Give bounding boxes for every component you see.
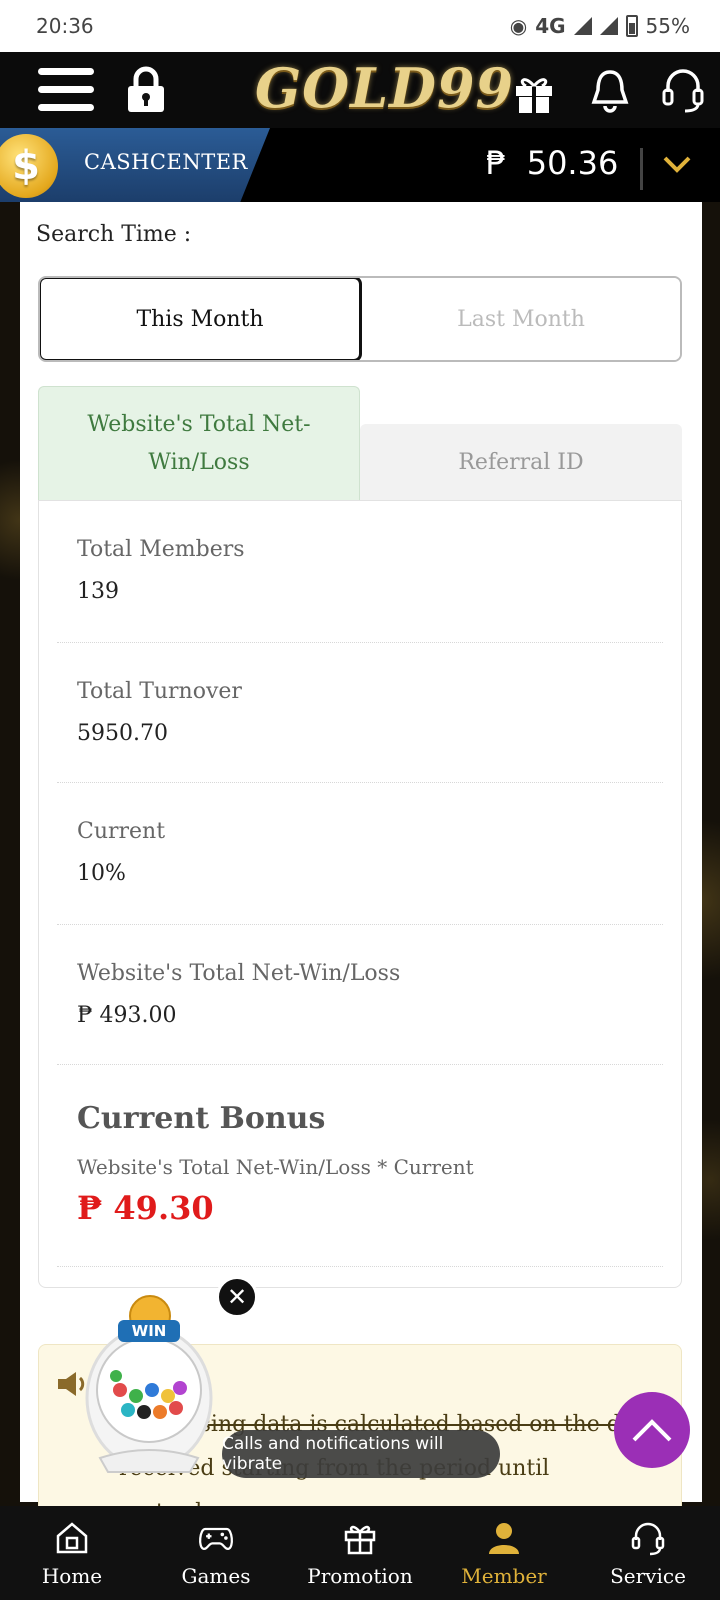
status-indicators: ◉ 4G 55% [510, 14, 690, 38]
stat-row: Total Members 139 [57, 501, 663, 643]
nav-item-games[interactable]: Games [144, 1506, 288, 1600]
chevron-up-icon [632, 1419, 672, 1442]
status-time: 20:36 [36, 14, 94, 38]
stat-row: Total Turnover 5950.70 [57, 643, 663, 783]
stats-panel: Total Members 139 Total Turnover 5950.70… [38, 500, 682, 1288]
bonus-amount: ₱ 49.30 [77, 1189, 214, 1227]
signal-icon [573, 17, 592, 35]
nav-item-promotion[interactable]: Promotion [288, 1506, 432, 1600]
this-month-button[interactable]: This Month [40, 278, 362, 360]
bonus-formula: Website's Total Net-Win/Loss * Current [77, 1155, 474, 1179]
balance-amount: 50.36 [526, 144, 619, 182]
balance-divider [640, 148, 643, 190]
battery-percent: 55% [645, 14, 690, 38]
stat-value: ₱ 493.00 [77, 1003, 177, 1028]
search-time-label: Search Time : [36, 222, 192, 247]
win-label: WIN [132, 1322, 167, 1340]
tab-net-winloss[interactable]: Website's Total Net-Win/Loss [38, 386, 360, 500]
cash-center-bar: $ CASHCENTER ₱ 50.36 [0, 128, 720, 202]
system-toast: Calls and notifications will vibrate [222, 1430, 500, 1478]
chevron-down-icon[interactable] [662, 152, 692, 176]
gold99-logo: GOLD99 [255, 56, 515, 120]
gift-icon[interactable] [512, 70, 556, 114]
period-selector: This Month Last Month [38, 276, 682, 362]
tab-referral-id[interactable]: Referral ID [360, 424, 682, 500]
report-tabs: Website's Total Net-Win/Loss Referral ID [38, 386, 682, 500]
stat-value: 5950.70 [77, 721, 168, 746]
stat-label: Total Turnover [77, 679, 242, 704]
wallet-balance: ₱ 50.36 [486, 144, 618, 182]
nav-item-service[interactable]: Service [576, 1506, 720, 1600]
gamepad-icon [199, 1527, 233, 1550]
stat-row: Current 10% [57, 783, 663, 925]
hamburger-menu-icon[interactable] [38, 68, 94, 112]
headset-icon[interactable] [660, 66, 706, 114]
stat-label: Website's Total Net-Win/Loss [77, 961, 401, 986]
home-icon [56, 1522, 88, 1554]
network-type: 4G [535, 14, 566, 38]
headset-icon [631, 1522, 665, 1556]
win-lottery-widget[interactable]: WIN [80, 1292, 218, 1474]
close-widget-button[interactable]: ✕ [216, 1276, 258, 1318]
stat-label: Current [77, 819, 166, 844]
bonus-row: Current Bonus Website's Total Net-Win/Lo… [57, 1065, 663, 1267]
gift-icon [344, 1525, 376, 1555]
lock-icon[interactable] [124, 66, 168, 114]
status-bar: 20:36 ◉ 4G 55% [0, 0, 720, 52]
member-icon [489, 1523, 519, 1554]
app-header: GOLD99 [0, 52, 720, 128]
hotspot-icon: ◉ [509, 14, 528, 38]
stat-row: Website's Total Net-Win/Loss ₱ 493.00 [57, 925, 663, 1065]
nav-label-home: Home [41, 1564, 103, 1588]
nav-item-member[interactable]: Member [432, 1506, 576, 1600]
signal-icon-2 [599, 17, 618, 35]
scroll-to-top-button[interactable] [614, 1392, 690, 1468]
nav-item-home[interactable]: Home [0, 1506, 144, 1600]
cash-center-label[interactable]: CASHCENTER [84, 150, 248, 174]
battery-icon [625, 15, 638, 37]
bonus-title: Current Bonus [77, 1101, 326, 1136]
nav-label-games: Games [181, 1564, 251, 1588]
bottom-navigation: Home Games Promotion Member Service [0, 1506, 720, 1600]
bell-icon[interactable] [588, 66, 632, 114]
stat-value: 10% [77, 861, 126, 886]
peso-sign: ₱ [486, 144, 507, 182]
stat-label: Total Members [77, 537, 245, 562]
stat-value: 139 [77, 579, 119, 604]
nav-label-service: Service [610, 1564, 686, 1588]
last-month-button[interactable]: Last Month [362, 278, 680, 360]
nav-label-member: Member [461, 1564, 547, 1588]
nav-label-promotion: Promotion [307, 1564, 413, 1588]
